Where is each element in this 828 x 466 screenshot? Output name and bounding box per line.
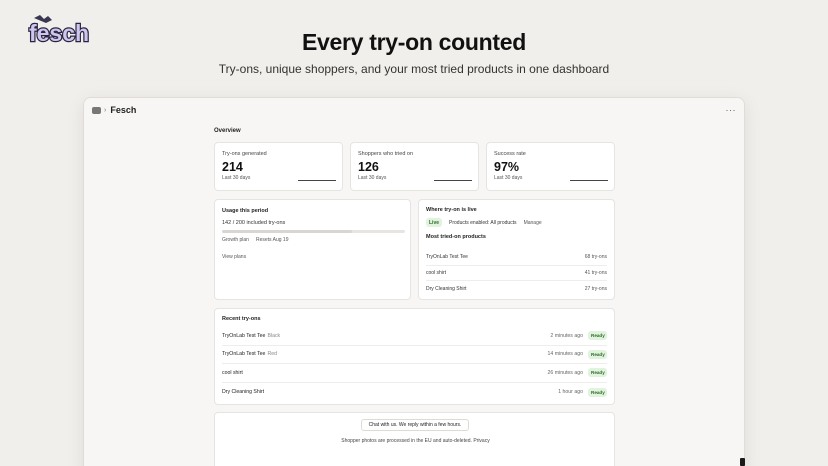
- live-badge: Live: [426, 218, 443, 227]
- chevron-right-icon: ›: [104, 106, 107, 114]
- manage-link[interactable]: Manage: [524, 220, 542, 226]
- hero-title: Every try-on counted: [301, 29, 527, 55]
- metric-value: 97%: [494, 160, 520, 174]
- live-status-row: Live Products enabled: All products Mana…: [426, 218, 607, 227]
- usage-count: 142 / 200 included try-ons: [222, 220, 286, 226]
- recent-variant: Red: [267, 351, 277, 358]
- product-count: 41 try-ons: [584, 269, 607, 276]
- chat-button[interactable]: Chat with us. We reply within a few hour…: [361, 419, 469, 431]
- recent-list: TryOnLab Test Tee Black 2 minutes ago Re…: [222, 327, 607, 401]
- metric-card-success-rate: Success rate 97% Last 30 days: [486, 142, 615, 191]
- status-badge: Ready: [588, 368, 607, 378]
- recent-product: TryOnLab Test Tee: [222, 351, 266, 358]
- plan-name: Growth plan: [222, 237, 249, 243]
- recent-variant: Black: [267, 332, 281, 339]
- scrollbar-thumb[interactable]: [740, 458, 745, 466]
- live-card: Where try-on is live Live Products enabl…: [418, 199, 615, 300]
- privacy-note: Shopper photos are processed in the EU a…: [341, 438, 490, 444]
- product-count: 68 try-ons: [584, 254, 607, 261]
- recent-title: Recent try-ons: [222, 316, 261, 322]
- product-count: 27 try-ons: [584, 285, 607, 292]
- recent-time: 2 minutes ago: [550, 332, 583, 339]
- usage-card: Usage this period 142 / 200 included try…: [214, 199, 411, 300]
- usage-live-row: Usage this period 142 / 200 included try…: [214, 199, 615, 300]
- recent-time: 26 minutes ago: [547, 369, 583, 376]
- usage-meta: Growth plan Resets Aug 19: [222, 237, 403, 243]
- app-window: › Fesch ··· Overview Try-ons generated 2…: [83, 97, 745, 466]
- app-icon: [92, 106, 101, 114]
- list-item[interactable]: TryOnLab Test Tee 68 try-ons: [426, 250, 607, 266]
- status-badge: Ready: [588, 331, 607, 341]
- usage-progress-bar: [222, 230, 405, 233]
- status-badge: Ready: [588, 349, 607, 359]
- recent-product: TryOnLab Test Tee: [222, 332, 266, 339]
- metric-value: 126: [358, 160, 379, 174]
- metric-card-tryons: Try-ons generated 214 Last 30 days: [214, 142, 343, 191]
- usage-progress-fill: [222, 230, 352, 233]
- sparkline: [298, 179, 336, 181]
- metrics-row: Try-ons generated 214 Last 30 days Shopp…: [214, 142, 615, 191]
- sparkline: [570, 179, 608, 181]
- table-row[interactable]: TryOnLab Test Tee Red 14 minutes ago Rea…: [222, 346, 607, 365]
- metric-label: Shoppers who tried on: [358, 151, 414, 157]
- window-titlebar: › Fesch ···: [84, 98, 744, 122]
- metric-label: Try-ons generated: [222, 151, 267, 157]
- table-row[interactable]: Dry Cleaning Shirt 1 hour ago Ready: [222, 383, 607, 402]
- hero-subtitle: Try-ons, unique shoppers, and your most …: [218, 62, 610, 76]
- recent-time: 14 minutes ago: [547, 351, 583, 358]
- recent-product: cool shirt: [222, 369, 243, 376]
- product-name: Dry Cleaning Shirt: [426, 285, 467, 292]
- usage-title: Usage this period: [222, 208, 269, 214]
- recent-time: 1 hour ago: [558, 389, 583, 396]
- overview-title: Overview: [214, 128, 241, 134]
- list-item[interactable]: Dry Cleaning Shirt 27 try-ons: [426, 281, 607, 297]
- view-plans-link[interactable]: View plans: [222, 254, 246, 260]
- product-name: cool shirt: [426, 269, 447, 276]
- sparkline: [434, 179, 472, 181]
- table-row[interactable]: cool shirt 26 minutes ago Ready: [222, 364, 607, 383]
- live-title: Where try-on is live: [426, 207, 477, 213]
- table-row[interactable]: TryOnLab Test Tee Black 2 minutes ago Re…: [222, 327, 607, 346]
- most-tried-title: Most tried-on products: [426, 234, 486, 240]
- more-options-icon[interactable]: ···: [726, 105, 737, 115]
- reset-date: Resets Aug 19: [255, 237, 289, 243]
- status-badge: Ready: [588, 387, 607, 397]
- products-enabled: Products enabled: All products: [449, 219, 517, 226]
- recent-product: Dry Cleaning Shirt: [222, 389, 265, 396]
- most-tried-list: TryOnLab Test Tee 68 try-ons cool shirt …: [426, 250, 607, 297]
- metric-card-shoppers: Shoppers who tried on 126 Last 30 days: [350, 142, 479, 191]
- app-name[interactable]: Fesch: [110, 105, 136, 115]
- list-item[interactable]: cool shirt 41 try-ons: [426, 266, 607, 281]
- support-card: Chat with us. We reply within a few hour…: [214, 412, 615, 466]
- metric-label: Success rate: [494, 151, 526, 157]
- dashboard-content: Overview Try-ons generated 214 Last 30 d…: [214, 126, 615, 466]
- recent-tryons-card: Recent try-ons TryOnLab Test Tee Black 2…: [214, 308, 615, 405]
- product-name: TryOnLab Test Tee: [426, 254, 468, 261]
- metric-value: 214: [222, 160, 243, 174]
